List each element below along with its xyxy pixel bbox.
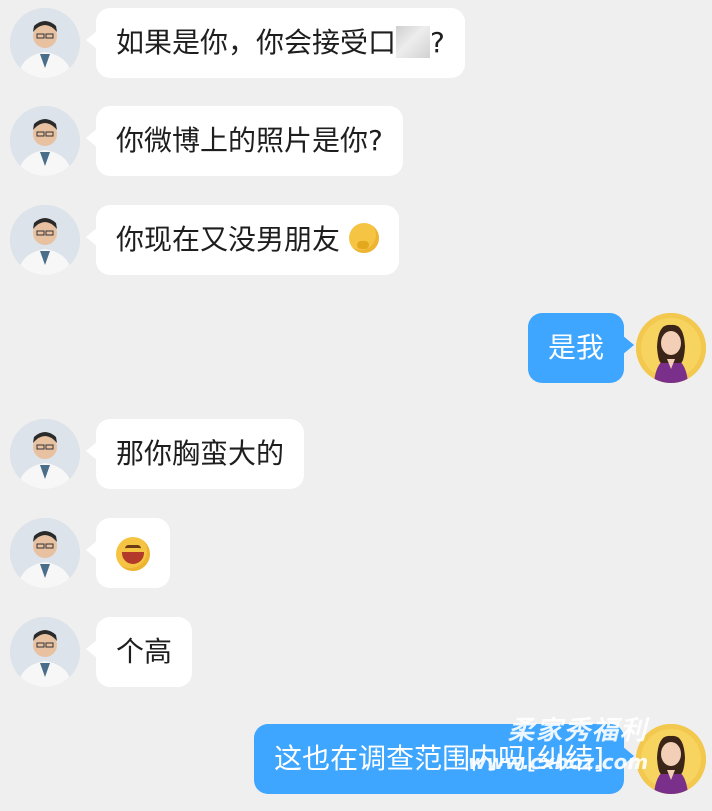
contact-avatar[interactable] — [10, 518, 80, 588]
message-bubble[interactable]: 那你胸蛮大的 — [85, 419, 305, 489]
message-bubble[interactable]: 你微博上的照片是你? — [86, 106, 403, 176]
message-text: 那你胸蛮大的 — [116, 437, 285, 470]
laughing-face-icon — [116, 537, 150, 571]
message-text: 个高 — [116, 635, 173, 668]
message-text: 如果是你，你会接受口 — [116, 26, 397, 59]
message-bubble[interactable]: 你现在又没男朋友 — [86, 205, 399, 275]
watermark: 柔家秀福利 www.cxboz.com — [468, 716, 708, 796]
message-bubble[interactable]: 如果是你，你会接受口? — [86, 8, 465, 78]
message-text: 你微博上的照片是你? — [116, 124, 383, 157]
blurred-censor — [396, 26, 431, 58]
contact-avatar[interactable] — [10, 106, 80, 176]
watermark-line2: www.cxboz.com — [468, 750, 649, 774]
message-text: ? — [430, 26, 445, 59]
message-text: 你现在又没男朋友 — [116, 223, 341, 256]
message-bubble[interactable]: 是我 — [527, 313, 635, 383]
watermark-line1: 柔家秀福利 — [507, 716, 648, 746]
message-bubble[interactable]: 个高 — [85, 617, 193, 687]
my-avatar[interactable] — [636, 313, 706, 383]
contact-avatar[interactable] — [10, 205, 80, 275]
contact-avatar[interactable] — [10, 8, 80, 78]
thinking-face-icon — [348, 223, 379, 253]
contact-avatar[interactable] — [10, 419, 80, 489]
message-text: 是我 — [547, 331, 604, 364]
message-bubble[interactable] — [86, 518, 170, 588]
contact-avatar[interactable] — [10, 617, 80, 687]
chat-screen: { "colors": { "background": "#efefef", "… — [0, 0, 712, 811]
